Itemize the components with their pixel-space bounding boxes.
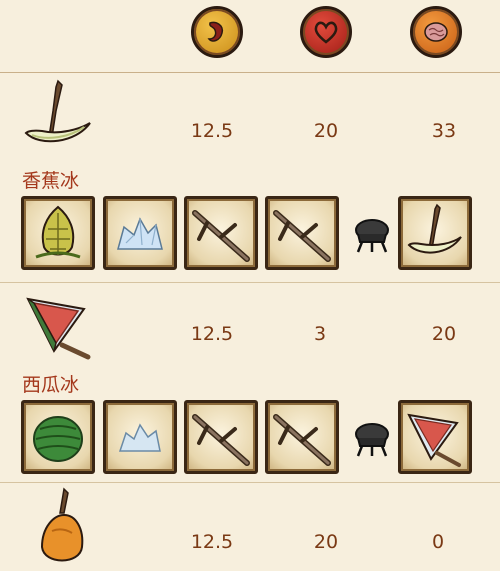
recipe-name: 西瓜冰 (22, 374, 80, 396)
stats-header (0, 0, 500, 72)
ingredient-slot (21, 196, 95, 270)
ingredient-slot (21, 400, 95, 474)
melonsicle-icon (18, 285, 98, 365)
crock-pot-icon (355, 423, 389, 457)
twigs-icon (273, 414, 331, 466)
twigs-icon (192, 210, 250, 262)
ice-icon (118, 423, 161, 452)
banana-pop-icon (407, 203, 462, 254)
hunger-value: 12.5 (190, 323, 234, 345)
crock-pot-icon (355, 219, 389, 253)
sanity-value: 33 (431, 120, 457, 142)
ingredient-slot (265, 196, 339, 270)
ingredient-slot (265, 400, 339, 474)
result-slot (398, 400, 472, 474)
pinecone-icon (35, 205, 81, 259)
ice-icon (117, 217, 163, 250)
melonsicle-icon (407, 413, 461, 467)
hunger-stomach-icon (191, 6, 243, 58)
sanity-value: 0 (431, 531, 445, 553)
twigs-icon (273, 210, 331, 262)
ingredient-slot (103, 400, 177, 474)
recipe-name: 香蕉冰 (22, 170, 80, 192)
hunger-value: 12.5 (190, 531, 234, 553)
ingredient-slot (103, 196, 177, 270)
ingredient-slot (184, 400, 258, 474)
result-slot (398, 196, 472, 270)
banana-pop-icon (18, 77, 98, 157)
recipe-third: 12.5 20 0 (0, 483, 500, 562)
hunger-value: 12.5 (190, 120, 234, 142)
recipe-banana-pop: 12.5 20 33 香蕉冰 (0, 73, 500, 283)
health-value: 20 (313, 531, 339, 553)
ingredient-slot (184, 196, 258, 270)
health-value: 3 (313, 323, 327, 345)
recipe-melonsicle: 12.5 3 20 西瓜冰 (0, 283, 500, 483)
sanity-brain-icon (410, 6, 462, 58)
sanity-value: 20 (431, 323, 457, 345)
twigs-icon (192, 414, 250, 466)
watermelon-icon (33, 416, 83, 462)
health-heart-icon (300, 6, 352, 58)
orange-food-icon (18, 487, 98, 567)
health-value: 20 (313, 120, 339, 142)
